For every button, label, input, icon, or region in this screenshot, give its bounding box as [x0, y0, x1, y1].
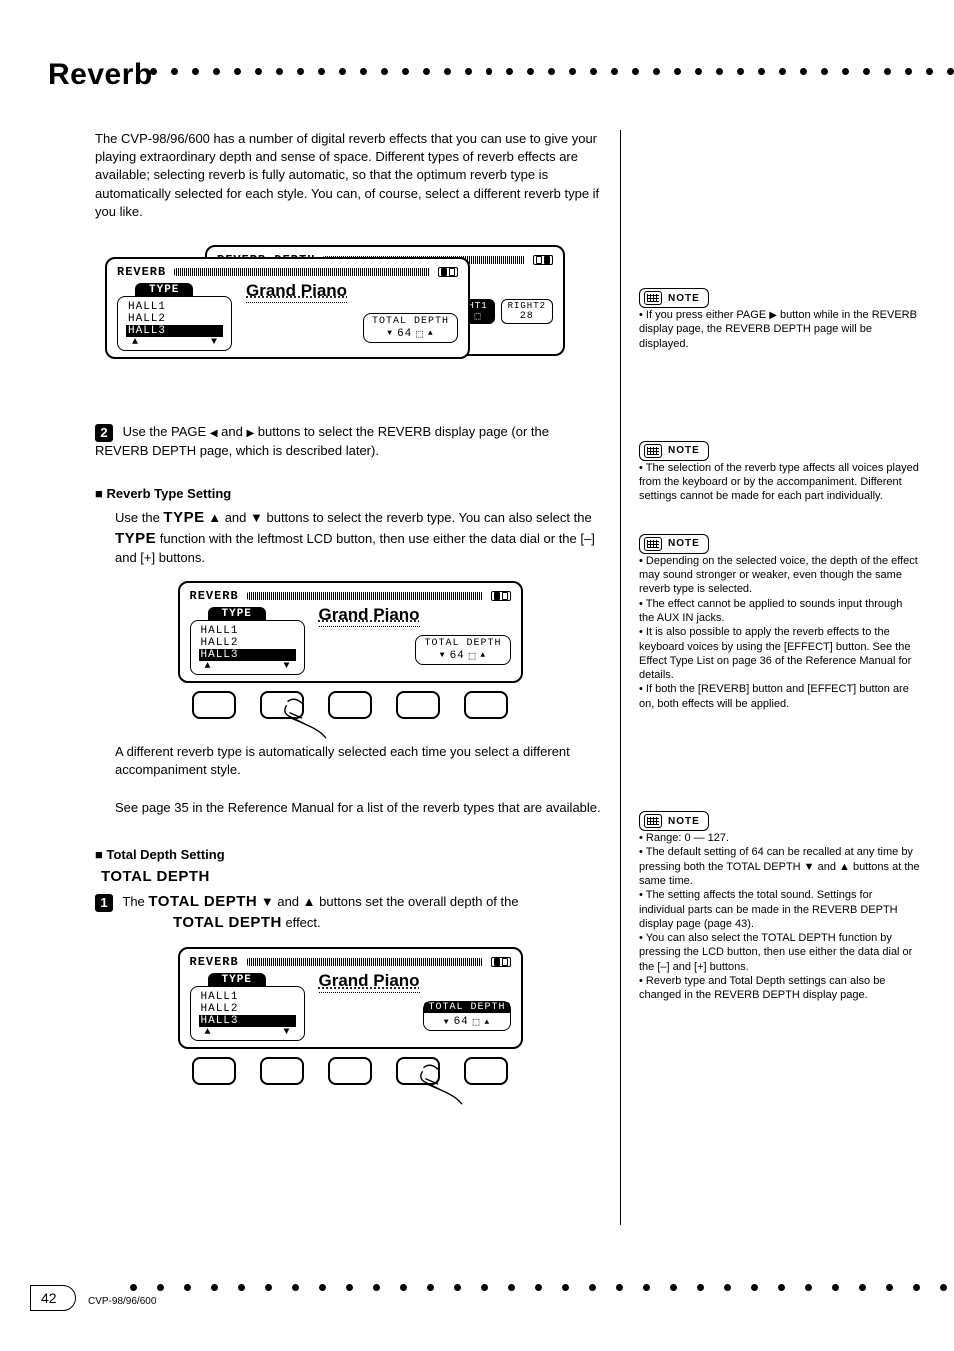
hand-pointer-icon: [282, 695, 337, 743]
footer-reference: CVP-98/96/600: [88, 1296, 156, 1307]
lcd2-total-depth: TOTAL DEPTH ▼64 ⬚ ▲: [415, 635, 510, 665]
down-arrow-icon: ▼: [211, 337, 217, 348]
lcd3-voice: Grand Piano: [319, 971, 420, 993]
lcd-title-front: REVERB: [117, 265, 166, 279]
physical-button: [192, 1057, 236, 1085]
auto-select-text: A different reverb type is automatically…: [115, 743, 605, 779]
right-triangle-icon: [769, 309, 777, 321]
keyboard-grid-icon: [644, 291, 662, 305]
see-reference-text: See page 35 in the Reference Manual for …: [115, 799, 605, 817]
lcd-total-depth: REVERB TYPE HALL1 HALL2 HALL3 ▲▼ Grand P…: [178, 947, 523, 1049]
lcd-reverb-front: REVERB TYPE HALL1 HALL2 HALL3 ▲▼ Grand: [105, 257, 470, 359]
lcd2-voice: Grand Piano: [319, 605, 420, 627]
section-reverb-type-title: ■ Reverb Type Setting: [95, 486, 605, 501]
step-2: 2 Use the PAGE and buttons to select the…: [95, 423, 605, 460]
page-indicator-1: [438, 267, 458, 277]
physical-button-pressed: [396, 1057, 440, 1085]
physical-button: [396, 691, 440, 719]
type-paragraph: Use the TYPE ▲ and ▼ buttons to select t…: [115, 507, 605, 567]
total-depth-box: TOTAL DEPTH ▼64 ⬚ ▲: [363, 313, 458, 343]
total-depth-subhead: TOTAL DEPTH: [101, 868, 605, 885]
step-number-2: 2: [95, 424, 113, 442]
decorative-dots-bottom: [130, 1284, 954, 1291]
note-4: NOTE • Range: 0 — 127. • The default set…: [639, 811, 920, 1003]
note-1: NOTE • If you press either PAGE button w…: [639, 288, 920, 351]
type-selector-2: TYPE HALL1 HALL2 HALL3 ▲▼: [190, 605, 305, 675]
note-2: NOTE • The selection of the reverb type …: [639, 441, 920, 504]
part-tab-right2: RIGHT228: [501, 299, 553, 324]
lcd3-total-depth-selected: TOTAL DEPTH ▼64 ⬚ ▲: [423, 1001, 510, 1031]
page-indicator-2: [533, 255, 553, 265]
page-title: Reverb: [48, 58, 153, 92]
lcd-reverb-type: REVERB TYPE HALL1 HALL2 HALL3 ▲▼ Grand P…: [178, 581, 523, 683]
page-number: 42: [30, 1285, 76, 1311]
note-badge: NOTE: [639, 288, 709, 308]
left-triangle-icon: [210, 424, 218, 439]
physical-button: [464, 691, 508, 719]
physical-button: [328, 1057, 372, 1085]
intro-paragraph: The CVP-98/96/600 has a number of digita…: [95, 130, 605, 221]
up-triangle-icon: ▲: [428, 329, 434, 338]
total-depth-step: 1 The TOTAL DEPTH ▼ and ▲ buttons set th…: [95, 891, 605, 912]
note-3: NOTE • Depending on the selected voice, …: [639, 534, 920, 711]
down-triangle-icon: ▼: [387, 329, 393, 338]
up-arrow-icon: ▲: [132, 337, 138, 348]
decorative-dots-top: [150, 68, 954, 88]
hand-pointer-icon: [418, 1061, 473, 1109]
step-number-1: 1: [95, 894, 113, 912]
physical-buttons-row-1: [178, 691, 523, 719]
type-option-hall2: HALL2: [126, 313, 223, 325]
lcd3-title: REVERB: [190, 955, 239, 969]
right-triangle-icon: [246, 424, 254, 439]
lcd-voice-name: Grand Piano: [246, 281, 347, 303]
lcd2-title: REVERB: [190, 589, 239, 603]
physical-button-pressed: [260, 691, 304, 719]
type-option-hall3-selected: HALL3: [126, 325, 223, 337]
page-indicator-1c: [491, 957, 511, 967]
type-selector: TYPE HALL1 HALL2 HALL3 ▲▼: [117, 281, 232, 351]
physical-buttons-row-2: [178, 1057, 523, 1085]
physical-button: [192, 691, 236, 719]
physical-button: [260, 1057, 304, 1085]
section-total-depth-title: ■ Total Depth Setting: [95, 847, 605, 862]
page-indicator-1b: [491, 591, 511, 601]
total-depth-line2: TOTAL DEPTH effect.: [173, 912, 605, 933]
type-selector-3: TYPE HALL1 HALL2 HALL3 ▲▼: [190, 971, 305, 1041]
type-option-hall1: HALL1: [126, 301, 223, 313]
